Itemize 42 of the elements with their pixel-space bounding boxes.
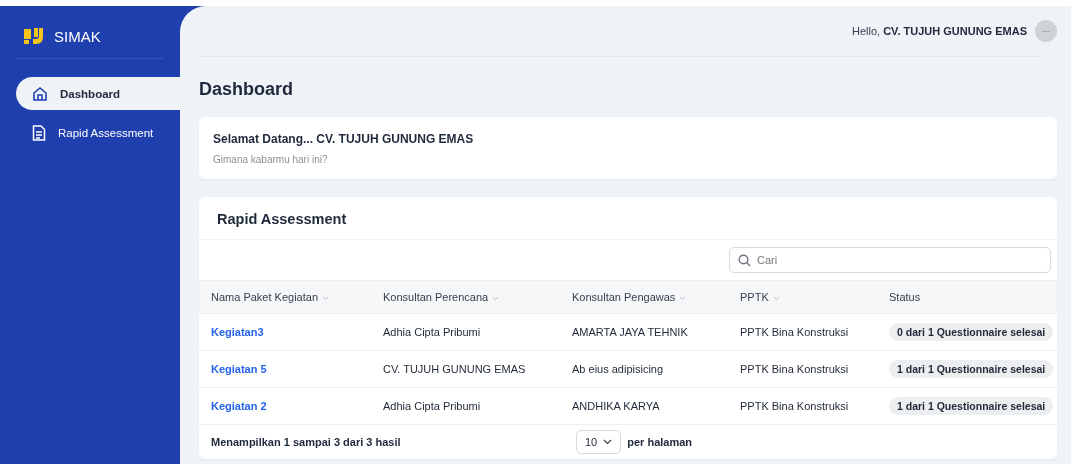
sort-icon	[772, 295, 780, 301]
page-title: Dashboard	[199, 79, 295, 100]
sort-icon	[492, 295, 500, 301]
user-greeting: Hello, CV. TUJUH GUNUNG EMAS	[851, 25, 1027, 37]
sidebar-item[interactable]: Dashboard	[16, 77, 180, 110]
table-cell: ANDHIKA KARYA	[560, 387, 728, 425]
welcome-title: Selamat Datang... CV. TUJUH GUNUNG EMAS	[213, 132, 475, 146]
logo-icon	[24, 27, 44, 45]
status-badge: 1 dari 1 Questionnaire selesai	[889, 360, 1054, 378]
activity-link[interactable]: Kegiatan 5	[211, 363, 267, 375]
card-title: Rapid Assessment	[216, 210, 348, 229]
column-header[interactable]: Nama Paket Kegiatan	[199, 280, 371, 314]
avatar[interactable]	[1035, 20, 1057, 42]
search-icon	[738, 254, 751, 267]
table-cell: AMARTA JAYA TEHNIK	[560, 313, 728, 351]
table-cell: Adhia Cipta Pribumi	[371, 387, 560, 425]
status-badge: 1 dari 1 Questionnaire selesai	[889, 397, 1054, 415]
activity-link[interactable]: Kegiatan 2	[211, 400, 267, 412]
table-cell: Ab eius adipisicing	[560, 350, 728, 388]
app-name: SIMAK	[54, 27, 101, 45]
search-field[interactable]: Cari	[729, 247, 1051, 273]
sort-icon	[322, 295, 329, 301]
sidebar-item[interactable]: Rapid Assessment	[16, 116, 180, 149]
per-page-label: per halaman	[627, 436, 693, 448]
table-cell: PPTK Bina Konstruksi	[728, 350, 877, 388]
home-icon	[32, 85, 48, 102]
per-page-select[interactable]: 10	[576, 430, 622, 454]
document-icon	[32, 124, 46, 141]
table-cell: CV. TUJUH GUNUNG EMAS	[371, 350, 560, 388]
pagination-summary: Menampilkan 1 sampai 3 dari 3 hasil	[211, 436, 402, 448]
column-header: Status	[877, 280, 1057, 314]
table-cell: PPTK Bina Konstruksi	[728, 387, 877, 425]
column-header[interactable]: Konsultan Pengawas	[560, 280, 728, 314]
column-header[interactable]: Konsultan Perencana	[371, 280, 560, 314]
chevron-icon	[603, 439, 613, 445]
status-badge: 0 dari 1 Questionnaire selesai	[889, 323, 1054, 341]
table-cell: Adhia Cipta Pribumi	[371, 313, 560, 351]
column-header[interactable]: PPTK	[728, 280, 877, 314]
welcome-subtitle: Gimana kabarmu hari ini?	[213, 154, 329, 165]
table-cell: PPTK Bina Konstruksi	[728, 313, 877, 351]
activity-link[interactable]: Kegiatan3	[211, 326, 264, 338]
sort-icon	[679, 295, 687, 301]
